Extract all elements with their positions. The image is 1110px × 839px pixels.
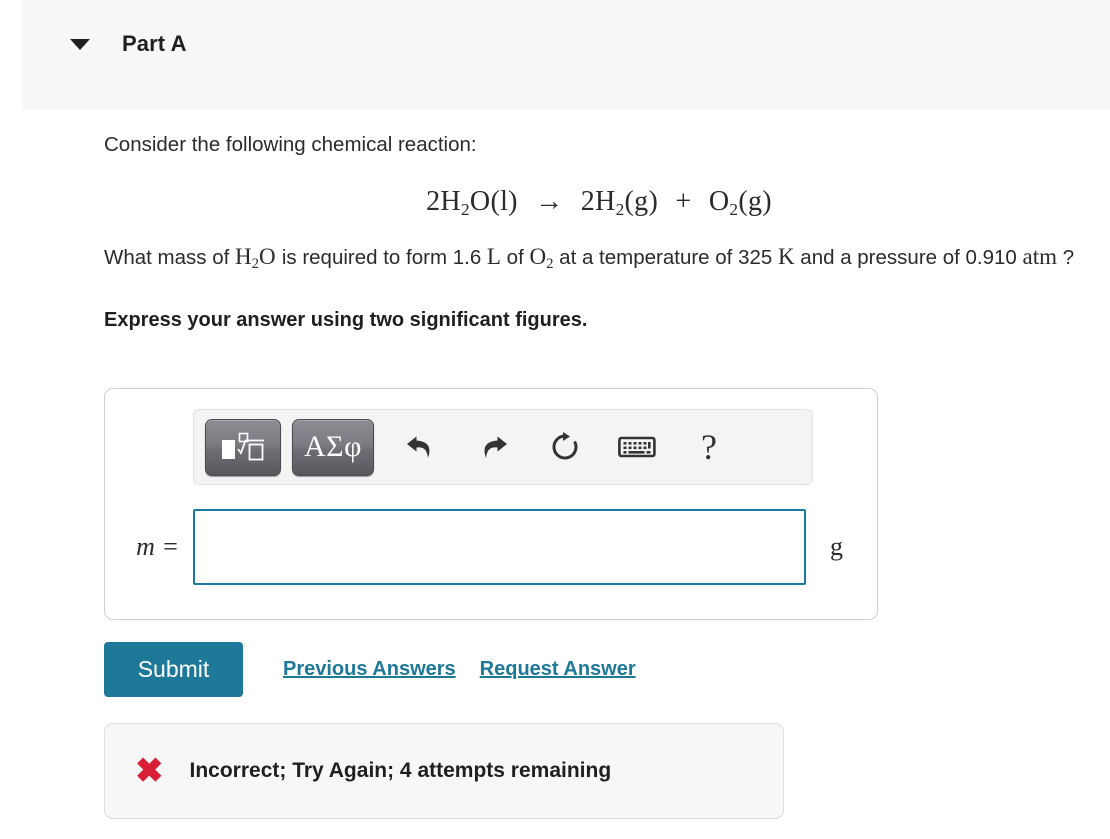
greek-letters-label: ΑΣφ bbox=[304, 430, 362, 463]
part-disclosure-toggle[interactable] bbox=[60, 38, 100, 50]
part-header[interactable]: Part A bbox=[22, 0, 1110, 110]
part-header-inner: Part A bbox=[22, 0, 187, 88]
equation-reactant-sub: 2 bbox=[460, 200, 470, 220]
equation-reactant: H bbox=[440, 186, 461, 217]
prompt-gas-symbol: O bbox=[529, 244, 547, 270]
question-intro: Consider the following chemical reaction… bbox=[104, 133, 477, 156]
caret-down-icon bbox=[70, 38, 90, 50]
reset-button[interactable] bbox=[539, 423, 591, 471]
feedback-message: Incorrect; Try Again; 4 attempts remaini… bbox=[189, 759, 612, 782]
equation-reactant-coeff: 2 bbox=[426, 186, 441, 217]
prompt-species-tail: O bbox=[259, 244, 277, 270]
prompt-pressure-unit: atm bbox=[1022, 244, 1058, 270]
x-mark-icon: ✖ bbox=[135, 752, 164, 790]
math-template-button[interactable] bbox=[205, 418, 281, 476]
prompt-text-2: is required to form 1.6 bbox=[276, 246, 487, 270]
equation-product1-state: (g) bbox=[624, 186, 659, 217]
submit-button[interactable]: Submit bbox=[104, 642, 243, 697]
answer-panel: ΑΣφ ? m = g bbox=[104, 388, 878, 620]
prompt-gas: O2 bbox=[529, 244, 553, 272]
undo-button[interactable] bbox=[395, 423, 447, 471]
question-mark-icon: ? bbox=[701, 427, 717, 467]
answer-variable-label: m = bbox=[136, 532, 179, 561]
keyboard-button[interactable] bbox=[611, 423, 663, 471]
math-toolbar: ΑΣφ ? bbox=[193, 409, 813, 485]
prompt-volume-unit: L bbox=[486, 244, 501, 270]
undo-icon bbox=[407, 436, 430, 458]
answer-input-row: m = g bbox=[105, 506, 879, 588]
answer-unit-label: g bbox=[830, 532, 843, 561]
math-template-icon bbox=[222, 432, 264, 461]
feedback-banner: ✖ Incorrect; Try Again; 4 attempts remai… bbox=[104, 723, 784, 819]
request-answer-link[interactable]: Request Answer bbox=[480, 658, 636, 681]
equation-product2-state: (g) bbox=[738, 186, 772, 217]
prompt-text-4: at a temperature of 325 bbox=[553, 246, 778, 270]
prompt-species-symbol: H bbox=[235, 244, 252, 270]
redo-icon bbox=[484, 436, 507, 458]
answer-instruction: Express your answer using two significan… bbox=[104, 309, 588, 332]
answer-input[interactable] bbox=[193, 509, 806, 585]
prompt-species-subscript: 2 bbox=[251, 256, 259, 273]
equation-product1: H bbox=[595, 186, 616, 217]
equation-product1-sub: 2 bbox=[615, 200, 625, 220]
prompt-species: H2O bbox=[235, 244, 277, 273]
prompt-text-3: of bbox=[500, 246, 530, 270]
equation-reactant-tail: O(l) bbox=[469, 186, 518, 217]
prompt-text-5: and a pressure of 0.910 bbox=[794, 246, 1023, 270]
previous-answers-link[interactable]: Previous Answers bbox=[283, 658, 456, 681]
keyboard-icon bbox=[618, 436, 656, 458]
equation-plus: + bbox=[675, 186, 692, 217]
action-row: Submit Previous Answers Request Answer bbox=[104, 642, 636, 697]
chemical-equation: 2H2O(l) → 2H2(g) + O2(g) bbox=[104, 186, 1094, 220]
greek-letters-button[interactable]: ΑΣφ bbox=[292, 418, 374, 476]
prompt-temperature-unit: K bbox=[777, 244, 795, 270]
equation-product2: O bbox=[708, 186, 730, 217]
prompt-text-6: ? bbox=[1057, 246, 1075, 270]
question-content: Consider the following chemical reaction… bbox=[104, 130, 1094, 335]
question-prompt: What mass of H2O is required to form 1.6… bbox=[104, 242, 1084, 279]
prompt-text-1: What mass of bbox=[104, 246, 236, 270]
help-button[interactable]: ? bbox=[683, 423, 735, 471]
equation-product2-sub: 2 bbox=[729, 200, 739, 220]
equation-arrow: → bbox=[535, 186, 564, 217]
equation-product1-coeff: 2 bbox=[580, 186, 596, 217]
page-title: Part A bbox=[122, 31, 187, 56]
redo-button[interactable] bbox=[467, 423, 519, 471]
reset-icon bbox=[552, 432, 578, 460]
